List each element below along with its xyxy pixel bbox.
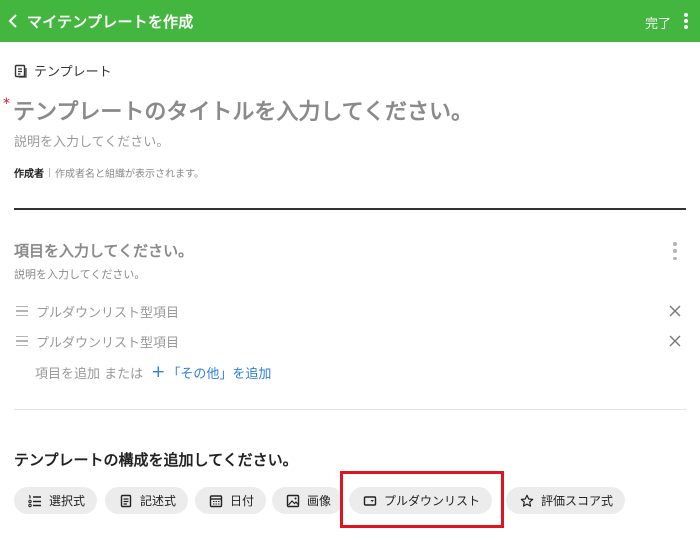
dropdown-option-row[interactable]: プルダウンリスト型項目 <box>14 330 686 352</box>
chip-label: 画像 <box>307 494 332 508</box>
done-button[interactable]: 完了 <box>645 13 671 32</box>
chip-image-type[interactable]: 画像 <box>272 487 344 514</box>
author-note: 作成者名と組織が表示されます。 <box>55 169 204 180</box>
chip-date-type[interactable]: 日付 <box>195 487 267 514</box>
option-input[interactable]: プルダウンリスト型項目 <box>36 302 179 321</box>
item-title-input[interactable]: 項目を入力してください。 <box>14 240 193 261</box>
drag-handle-icon[interactable] <box>16 336 28 346</box>
more-icon-dot <box>684 13 688 17</box>
document-icon <box>120 494 132 507</box>
page-title: マイテンプレートを作成 <box>27 13 194 31</box>
more-icon-dot <box>673 249 677 253</box>
title-divider <box>14 208 686 210</box>
chip-rating-type[interactable]: 評価スコア式 <box>506 487 626 514</box>
star-icon <box>520 494 534 507</box>
header-bar: マイテンプレートを作成 完了 <box>0 0 700 42</box>
drag-handle-icon[interactable] <box>16 306 28 316</box>
author-label: 作成者 <box>14 169 44 180</box>
author-row: 作成者 作成者名と組織が表示されます。 <box>14 165 204 180</box>
more-icon-dot <box>673 242 677 246</box>
chip-select-type[interactable]: 選択式 <box>14 487 98 514</box>
list-icon <box>28 494 41 507</box>
chip-label: 記述式 <box>140 494 177 508</box>
add-other-link[interactable]: 「その他」を追加 <box>167 363 271 382</box>
chip-label: 評価スコア式 <box>541 494 614 508</box>
compose-heading: テンプレートの構成を追加してください。 <box>14 451 298 469</box>
more-menu-button[interactable] <box>680 11 692 31</box>
chip-label: 選択式 <box>49 494 86 508</box>
chip-text-type[interactable]: 記述式 <box>105 487 189 514</box>
template-label: テンプレート <box>14 61 112 80</box>
item-more-button[interactable] <box>672 242 678 260</box>
item-description-input[interactable]: 説明を入力してください。 <box>14 266 145 282</box>
highlight-box <box>340 471 504 528</box>
chevron-left-icon <box>8 14 17 28</box>
plus-icon[interactable]: + <box>151 364 165 381</box>
dropdown-option-row[interactable]: プルダウンリスト型項目 <box>14 300 686 322</box>
required-mark: * <box>3 96 10 112</box>
calendar-icon <box>209 494 223 507</box>
more-icon-dot <box>673 256 677 260</box>
template-icon <box>14 64 27 78</box>
option-input[interactable]: プルダウンリスト型項目 <box>36 332 179 351</box>
template-description-input[interactable]: 説明を入力してください。 <box>14 131 169 150</box>
close-icon[interactable] <box>668 304 682 318</box>
more-icon-dot <box>684 19 688 23</box>
section-divider <box>14 409 686 410</box>
template-label-text: テンプレート <box>34 65 112 80</box>
close-icon[interactable] <box>668 334 682 348</box>
chip-label: 日付 <box>230 494 255 508</box>
add-option-row: 項目を追加 または + 「その他」を追加 <box>35 363 271 383</box>
more-icon-dot <box>684 25 688 29</box>
back-button[interactable] <box>2 9 24 33</box>
template-title-input[interactable]: テンプレートのタイトルを入力してください。 <box>13 94 473 126</box>
image-icon <box>286 494 300 507</box>
add-option-link[interactable]: 項目を追加 または <box>35 363 143 382</box>
author-separator <box>49 168 50 177</box>
